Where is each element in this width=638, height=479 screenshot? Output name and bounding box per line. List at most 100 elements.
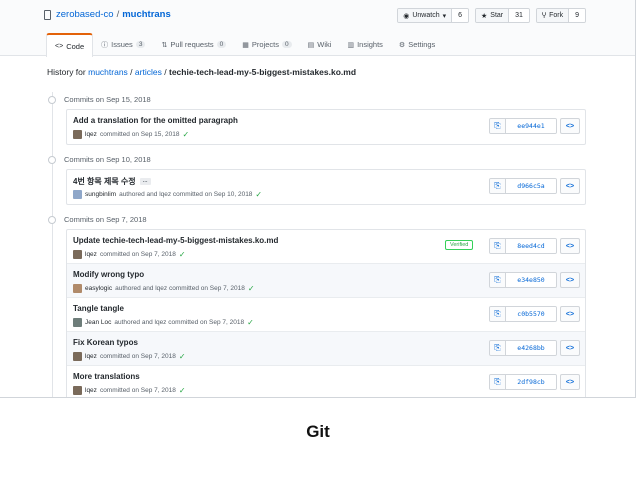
browse-code-button[interactable]: <>	[560, 238, 580, 254]
avatar[interactable]	[73, 318, 82, 327]
commit-meta: lqez committed on Sep 7, 2018 ✓	[73, 386, 186, 395]
commit-message[interactable]: Fix Korean typos	[73, 338, 138, 347]
clipboard-icon[interactable]: ⎘	[490, 239, 506, 253]
commit-sha-group: ⎘ d966c5a	[489, 178, 557, 194]
commit-sha-link[interactable]: ee944e1	[506, 119, 556, 133]
clipboard-icon[interactable]: ⎘	[490, 341, 506, 355]
commit-author[interactable]: sungbinlim	[85, 191, 116, 198]
tab-insights[interactable]: ▥ Insights	[339, 33, 390, 56]
repo-owner-link[interactable]: zerobased-co	[56, 9, 114, 20]
check-icon[interactable]: ✓	[182, 130, 189, 139]
star-button[interactable]: ★ Star	[476, 9, 510, 22]
tab-projects[interactable]: ▦ Projects 0	[234, 33, 299, 56]
avatar[interactable]	[73, 250, 82, 259]
avatar[interactable]	[73, 284, 82, 293]
commit-sha-link[interactable]: c0b5570	[506, 307, 556, 321]
repo-name-link[interactable]: muchtrans	[122, 9, 171, 20]
check-icon[interactable]: ✓	[255, 190, 262, 199]
avatar[interactable]	[73, 386, 82, 395]
unwatch-button-group: ◉ Unwatch ▾ 6	[397, 8, 470, 23]
star-label: Star	[490, 12, 504, 19]
commit-message[interactable]: Modify wrong typo	[73, 270, 144, 279]
eye-icon: ◉	[403, 12, 410, 20]
commit-author[interactable]: Jean Loc	[85, 319, 111, 326]
tab-issues[interactable]: ⓘ Issues 3	[93, 33, 153, 56]
commit-sha-link[interactable]: 2df98cb	[506, 375, 556, 389]
clipboard-icon[interactable]: ⎘	[490, 179, 506, 193]
clipboard-icon[interactable]: ⎘	[490, 119, 506, 133]
commit-message[interactable]: Add a translation for the omitted paragr…	[73, 116, 238, 125]
tab-wiki[interactable]: ▤ Wiki	[300, 33, 340, 56]
wiki-icon: ▤	[307, 41, 315, 49]
file-history-breadcrumb: History for muchtrans / articles / techi…	[47, 67, 356, 77]
commit-row: 4번 항목 제목 수정… sungbinlim authored and lqez…	[67, 170, 585, 204]
commit-meta: lqez committed on Sep 7, 2018 ✓	[73, 250, 186, 259]
browse-code-button[interactable]: <>	[560, 178, 580, 194]
code-icon: <>	[565, 122, 575, 130]
breadcrumb-separator: /	[164, 67, 167, 77]
clipboard-icon[interactable]: ⎘	[490, 273, 506, 287]
unwatch-button[interactable]: ◉ Unwatch ▾	[398, 9, 453, 22]
check-icon[interactable]: ✓	[179, 386, 186, 395]
commit-message-text: Add a translation for the omitted paragr…	[73, 116, 238, 125]
browse-code-button[interactable]: <>	[560, 118, 580, 134]
avatar[interactable]	[73, 352, 82, 361]
forks-count[interactable]: 9	[569, 9, 585, 22]
commit-row: Modify wrong typo easylogic authored and …	[67, 264, 585, 298]
fork-button[interactable]: Ⴤ Fork	[536, 9, 570, 22]
commit-sha-link[interactable]: e34e850	[506, 273, 556, 287]
browse-code-button[interactable]: <>	[560, 272, 580, 288]
tab-label: Issues	[111, 40, 133, 49]
repo-separator: /	[116, 9, 120, 20]
commit-meta-text: authored and lqez committed on Sep 7, 20…	[115, 285, 245, 292]
clipboard-icon[interactable]: ⎘	[490, 307, 506, 321]
commit-sha-link[interactable]: 8eed4cd	[506, 239, 556, 253]
commit-message-text: Update techie-tech-lead-my-5-biggest-mis…	[73, 236, 279, 245]
browse-code-button[interactable]: <>	[560, 374, 580, 390]
commit-sha-link[interactable]: e4268bb	[506, 341, 556, 355]
breadcrumb-repo-link[interactable]: muchtrans	[88, 67, 128, 77]
watchers-count[interactable]: 6	[452, 9, 469, 22]
commit-row: Fix Korean typos lqez committed on Sep 7,…	[67, 332, 585, 366]
check-icon[interactable]: ✓	[179, 250, 186, 259]
avatar[interactable]	[73, 190, 82, 199]
stars-count[interactable]: 31	[509, 9, 529, 22]
tab-settings[interactable]: ⚙ Settings	[391, 33, 443, 56]
browse-code-button[interactable]: <>	[560, 340, 580, 356]
commit-sha-link[interactable]: d966c5a	[506, 179, 556, 193]
check-icon[interactable]: ✓	[179, 352, 186, 361]
commit-message[interactable]: Tangle tangle	[73, 304, 124, 313]
commit-author[interactable]: easylogic	[85, 285, 112, 292]
expand-message-button[interactable]: …	[139, 178, 151, 185]
tab-label: Projects	[251, 40, 280, 49]
commit-message[interactable]: 4번 항목 제목 수정…	[73, 176, 151, 187]
commit-sha-group: ⎘ 8eed4cd	[489, 238, 557, 254]
insights-icon: ▥	[347, 41, 355, 49]
code-icon: <>	[565, 242, 575, 250]
commit-author[interactable]: lqez	[85, 251, 97, 258]
commit-day-header: Commits on Sep 7, 2018	[48, 215, 147, 224]
check-icon[interactable]: ✓	[247, 318, 254, 327]
commit-author[interactable]: lqez	[85, 353, 97, 360]
tab-pull-requests[interactable]: ⇅ Pull requests 0	[153, 33, 234, 56]
star-icon: ★	[481, 12, 488, 20]
issues-count-badge: 3	[135, 41, 146, 48]
verified-badge[interactable]: Verified	[445, 240, 474, 250]
commit-row: Update techie-tech-lead-my-5-biggest-mis…	[67, 230, 585, 264]
commit-row: More translations lqez committed on Sep 7…	[67, 366, 585, 397]
commit-author[interactable]: lqez	[85, 131, 97, 138]
fork-icon: Ⴤ	[541, 12, 547, 20]
commit-message[interactable]: Update techie-tech-lead-my-5-biggest-mis…	[73, 236, 278, 245]
breadcrumb-folder-link[interactable]: articles	[135, 67, 162, 77]
clipboard-icon[interactable]: ⎘	[490, 375, 506, 389]
browse-code-button[interactable]: <>	[560, 306, 580, 322]
commit-message-text: Modify wrong typo	[73, 270, 145, 279]
tab-code[interactable]: <> Code	[46, 33, 94, 57]
commit-author[interactable]: lqez	[85, 387, 97, 394]
day-label: Commits on Sep 15, 2018	[64, 95, 151, 104]
check-icon[interactable]: ✓	[248, 284, 255, 293]
breadcrumb-file: techie-tech-lead-my-5-biggest-mistakes.k…	[168, 67, 357, 77]
commit-message[interactable]: More translations	[73, 372, 140, 381]
avatar[interactable]	[73, 130, 82, 139]
code-icon: <>	[565, 310, 575, 318]
